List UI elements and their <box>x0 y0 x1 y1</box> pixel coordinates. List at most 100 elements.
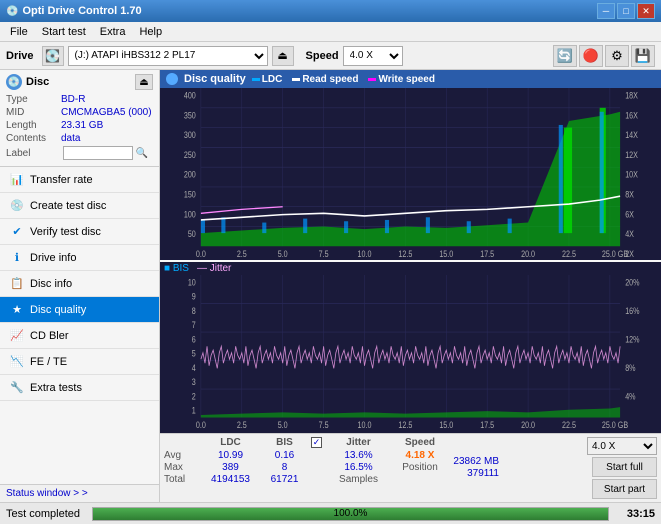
ldc-chart: 400 350 300 250 200 150 100 50 18X 16X 1… <box>160 88 661 260</box>
svg-text:50: 50 <box>188 229 196 239</box>
disc-quality-icon: ★ <box>10 303 24 317</box>
sidebar-item-create-test-disc[interactable]: 💿 Create test disc <box>0 193 159 219</box>
svg-text:350: 350 <box>184 111 196 121</box>
total-ldc: 4194153 <box>203 474 258 485</box>
disc-label-icon[interactable]: 🔍 <box>135 146 149 160</box>
stats-table: LDC BIS ✓ Jitter Speed Avg 10.99 0.16 13… <box>164 437 577 499</box>
svg-text:8X: 8X <box>625 190 634 200</box>
menu-help[interactable]: Help <box>133 25 168 39</box>
svg-text:7.5: 7.5 <box>319 249 329 259</box>
jitter-checkbox[interactable]: ✓ <box>311 437 322 448</box>
svg-text:5.0: 5.0 <box>278 249 288 259</box>
save-button[interactable]: 💾 <box>631 45 655 67</box>
extra-tests-icon: 🔧 <box>10 381 24 395</box>
status-text: Test completed <box>6 508 86 520</box>
svg-text:9: 9 <box>192 291 196 301</box>
svg-text:4: 4 <box>192 363 196 373</box>
nav-items: 📊 Transfer rate 💿 Create test disc ✔ Ver… <box>0 167 159 484</box>
content-area: Disc quality LDC Read speed Write speed <box>160 70 661 502</box>
svg-text:5.0: 5.0 <box>278 420 288 430</box>
avg-bis: 0.16 <box>262 450 307 461</box>
sidebar-item-cd-bler[interactable]: 📈 CD Bler <box>0 323 159 349</box>
max-label: Max <box>164 462 199 473</box>
svg-text:250: 250 <box>184 150 196 160</box>
close-button[interactable]: ✕ <box>637 3 655 19</box>
bis-chart-svg: 10 9 8 7 6 5 4 3 2 1 20% 16% 12% 8% 4% 0… <box>160 275 661 431</box>
disc-section: 💿 Disc ⏏ Type BD-R MID CMCMAGBA5 (000) L… <box>0 70 159 167</box>
svg-text:10.0: 10.0 <box>358 420 372 430</box>
minimize-button[interactable]: ─ <box>597 3 615 19</box>
avg-jitter: 13.6% <box>331 450 386 461</box>
ldc-legend-label: LDC <box>262 74 283 85</box>
write-speed-legend-label: Write speed <box>378 74 435 85</box>
read-speed-legend-color <box>292 78 300 81</box>
total-bis: 61721 <box>262 474 307 485</box>
svg-text:22.5: 22.5 <box>562 420 576 430</box>
start-full-button[interactable]: Start full <box>592 457 657 477</box>
svg-text:12.5: 12.5 <box>398 249 412 259</box>
sidebar-item-transfer-rate[interactable]: 📊 Transfer rate <box>0 167 159 193</box>
time-display: 33:15 <box>615 508 655 520</box>
speed-stats-header: Speed <box>390 437 450 448</box>
disc-label-key: Label <box>6 148 61 159</box>
sidebar-item-extra-tests[interactable]: 🔧 Extra tests <box>0 375 159 401</box>
start-part-button[interactable]: Start part <box>592 479 657 499</box>
eject-button[interactable]: ⏏ <box>272 46 294 66</box>
speed-label: Speed <box>306 50 339 62</box>
fe-te-icon: 📉 <box>10 355 24 369</box>
settings-button[interactable]: ⚙ <box>605 45 629 67</box>
sidebar-item-verify-test-disc[interactable]: ✔ Verify test disc <box>0 219 159 245</box>
svg-text:1: 1 <box>192 405 196 415</box>
disc-label-input[interactable] <box>63 146 133 160</box>
nav-label-transfer-rate: Transfer rate <box>30 174 93 186</box>
svg-text:3: 3 <box>192 377 196 387</box>
avg-label: Avg <box>164 450 199 461</box>
sidebar-item-fe-te[interactable]: 📉 FE / TE <box>0 349 159 375</box>
speed-dropdown[interactable]: 4.0 X <box>587 437 657 455</box>
refresh-button[interactable]: 🔄 <box>553 45 577 67</box>
empty-header <box>164 437 199 448</box>
sidebar-item-disc-info[interactable]: 📋 Disc info <box>0 271 159 297</box>
disc-info-icon: 📋 <box>10 277 24 291</box>
nav-label-fe-te: FE / TE <box>30 356 67 368</box>
svg-text:18X: 18X <box>625 91 638 101</box>
sidebar-item-drive-info[interactable]: ℹ Drive info <box>0 245 159 271</box>
svg-text:16%: 16% <box>625 306 639 316</box>
svg-text:14X: 14X <box>625 130 638 140</box>
maximize-button[interactable]: □ <box>617 3 635 19</box>
svg-text:2: 2 <box>192 391 196 401</box>
menu-start-test[interactable]: Start test <box>36 25 92 39</box>
status-window-link[interactable]: Status window > > <box>0 484 159 502</box>
svg-text:100: 100 <box>184 209 196 219</box>
svg-text:150: 150 <box>184 190 196 200</box>
samples-value: 379111 <box>379 468 499 479</box>
nav-label-drive-info: Drive info <box>30 252 76 264</box>
main-area: 💿 Disc ⏏ Type BD-R MID CMCMAGBA5 (000) L… <box>0 70 661 502</box>
toolbar-icons: 🔄 🔴 ⚙ 💾 <box>553 45 655 67</box>
disc-mid-label: MID <box>6 107 61 118</box>
title-bar: 💿 Opti Drive Control 1.70 ─ □ ✕ <box>0 0 661 22</box>
window-controls: ─ □ ✕ <box>597 3 655 19</box>
burn-button[interactable]: 🔴 <box>579 45 603 67</box>
verify-test-disc-icon: ✔ <box>10 225 24 239</box>
bis-label: ■ BIS <box>164 263 189 274</box>
jitter-label: — Jitter <box>197 263 231 274</box>
speed-select[interactable]: 4.0 X <box>343 46 403 66</box>
svg-text:12X: 12X <box>625 150 638 160</box>
svg-text:12%: 12% <box>625 334 639 344</box>
svg-text:7.5: 7.5 <box>319 420 329 430</box>
ldc-chart-svg: 400 350 300 250 200 150 100 50 18X 16X 1… <box>160 88 661 260</box>
sidebar-item-disc-quality[interactable]: ★ Disc quality <box>0 297 159 323</box>
bottom-bar: Test completed 100.0% 33:15 <box>0 502 661 524</box>
svg-text:12.5: 12.5 <box>398 420 412 430</box>
svg-text:10X: 10X <box>625 170 638 180</box>
nav-label-disc-info: Disc info <box>30 278 72 290</box>
disc-contents-label: Contents <box>6 133 61 144</box>
menu-extra[interactable]: Extra <box>94 25 132 39</box>
disc-eject-button[interactable]: ⏏ <box>135 74 153 90</box>
progress-text: 100.0% <box>93 508 608 520</box>
menu-file[interactable]: File <box>4 25 34 39</box>
svg-text:15.0: 15.0 <box>439 249 453 259</box>
drive-select[interactable]: (J:) ATAPI iHBS312 2 PL17 <box>68 46 268 66</box>
svg-text:20.0: 20.0 <box>521 420 535 430</box>
